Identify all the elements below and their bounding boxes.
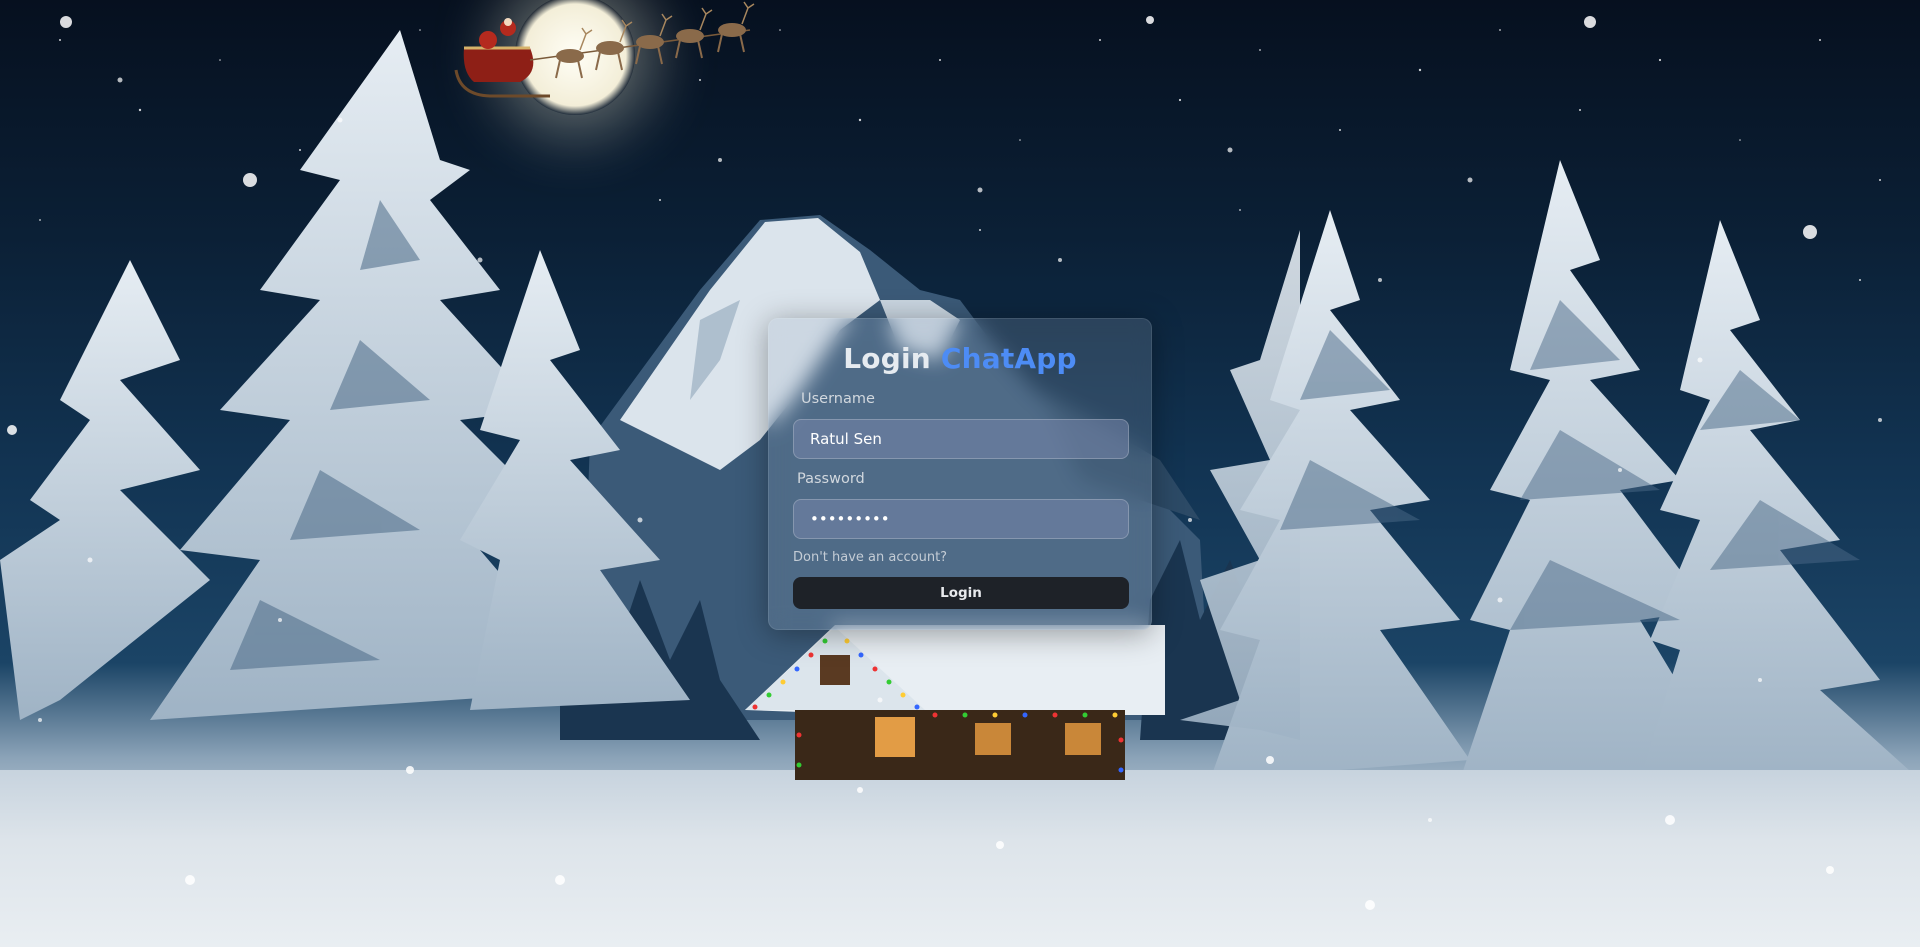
- snow-ground: [0, 770, 1920, 947]
- username-field[interactable]: [793, 419, 1129, 459]
- title-prefix: Login: [843, 342, 931, 375]
- login-card: Login ChatApp Username Password Don't ha…: [768, 318, 1152, 630]
- username-label: Username: [801, 391, 875, 407]
- log-cabin: [745, 625, 1165, 780]
- page-title: Login ChatApp: [793, 341, 1127, 377]
- password-label: Password: [797, 471, 865, 487]
- brand-name: ChatApp: [940, 342, 1077, 375]
- signup-link[interactable]: Don't have an account?: [793, 549, 1127, 567]
- login-button[interactable]: Login: [793, 577, 1129, 609]
- password-field[interactable]: [793, 499, 1129, 539]
